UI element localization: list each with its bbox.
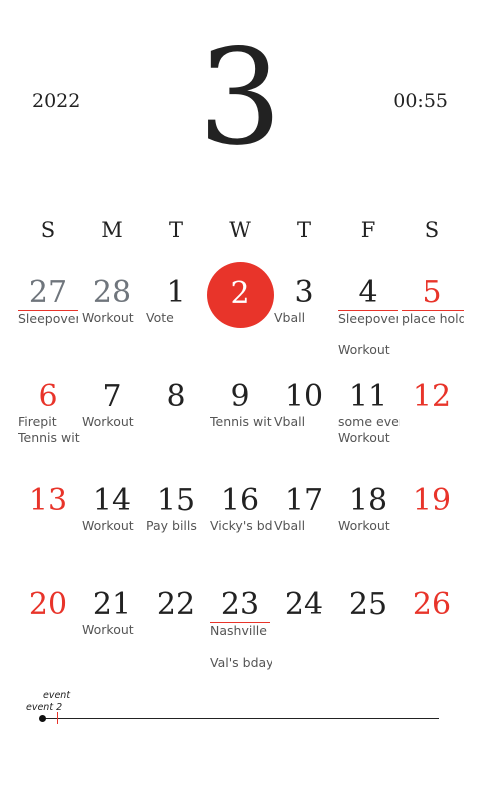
event-vball[interactable]: Vball xyxy=(274,518,334,533)
event-workout[interactable]: Workout xyxy=(82,310,142,325)
day-cell-17[interactable]: 17 xyxy=(272,483,336,519)
weekday-sun: S xyxy=(40,218,56,242)
event-tennis[interactable]: Tennis with xyxy=(210,414,272,429)
event-pay-bills[interactable]: Pay bills xyxy=(146,518,206,533)
timeline-label-event: event xyxy=(43,690,71,701)
day-cell-25[interactable]: 25 xyxy=(336,587,400,623)
day-cell-14[interactable]: 14 xyxy=(80,483,144,519)
day-cell-24[interactable]: 24 xyxy=(272,587,336,623)
timeline-current-marker[interactable] xyxy=(39,715,46,722)
day-cell-8[interactable]: 8 xyxy=(144,379,208,415)
day-cell-today[interactable]: 2 xyxy=(208,276,272,312)
event-workout[interactable]: Workout xyxy=(338,430,398,445)
weekday-sat: S xyxy=(424,218,440,242)
day-cell-22[interactable]: 22 xyxy=(144,587,208,623)
timeline-track xyxy=(42,718,439,719)
event-workout[interactable]: Workout xyxy=(82,414,142,429)
day-cell-5[interactable]: 5 xyxy=(400,275,464,311)
day-cell-4[interactable]: 4 xyxy=(336,275,400,311)
event-workout[interactable]: Workout xyxy=(338,518,398,533)
event-vball[interactable]: Vball xyxy=(274,310,334,325)
day-cell-15[interactable]: 15 xyxy=(144,483,208,519)
event-sleepover-start[interactable]: Sleepover xyxy=(18,310,78,326)
day-cell-prev-28[interactable]: 28 xyxy=(80,275,144,311)
event-workout[interactable]: Workout xyxy=(82,518,142,533)
day-cell-7[interactable]: 7 xyxy=(80,379,144,415)
day-cell-3[interactable]: 3 xyxy=(272,275,336,311)
event-some-event[interactable]: some event xyxy=(338,414,400,429)
day-cell-11[interactable]: 11 xyxy=(336,379,400,415)
day-cell-23[interactable]: 23 xyxy=(208,587,272,623)
weekday-wed: W xyxy=(229,218,251,242)
event-sleepover-end[interactable]: Sleepover xyxy=(338,310,398,326)
day-cell-20[interactable]: 20 xyxy=(16,587,80,623)
day-cell-6[interactable]: 6 xyxy=(16,379,80,415)
timeline-event-marker[interactable] xyxy=(57,712,58,724)
weekday-fri: F xyxy=(360,218,376,242)
day-cell-1[interactable]: 1 xyxy=(144,275,208,311)
day-cell-21[interactable]: 21 xyxy=(80,587,144,623)
event-place-holder[interactable]: place holder xyxy=(402,310,464,326)
event-nashville[interactable]: Nashville xyxy=(210,622,270,638)
day-cell-prev-27[interactable]: 27 xyxy=(16,275,80,311)
event-vball[interactable]: Vball xyxy=(274,414,334,429)
event-workout[interactable]: Workout xyxy=(82,622,142,637)
event-val-bday[interactable]: Val's bday xyxy=(210,655,272,670)
event-firepit[interactable]: Firepit xyxy=(18,414,80,429)
event-workout[interactable]: Workout xyxy=(338,342,398,357)
day-cell-16[interactable]: 16 xyxy=(208,483,272,519)
day-cell-13[interactable]: 13 xyxy=(16,483,80,519)
weekday-mon: M xyxy=(101,218,123,242)
day-cell-9[interactable]: 9 xyxy=(208,379,272,415)
event-vicky-bday[interactable]: Vicky's bday xyxy=(210,518,272,533)
day-cell-12[interactable]: 12 xyxy=(400,379,464,415)
day-cell-18[interactable]: 18 xyxy=(336,483,400,519)
day-cell-10[interactable]: 10 xyxy=(272,379,336,415)
weekday-thu: T xyxy=(296,218,311,242)
event-vote[interactable]: Vote xyxy=(146,310,206,325)
weekday-tue: T xyxy=(168,218,183,242)
day-cell-19[interactable]: 19 xyxy=(400,483,464,519)
clock-time: 00:55 xyxy=(393,90,448,112)
day-cell-26[interactable]: 26 xyxy=(400,587,464,623)
event-tennis[interactable]: Tennis with xyxy=(18,430,80,445)
